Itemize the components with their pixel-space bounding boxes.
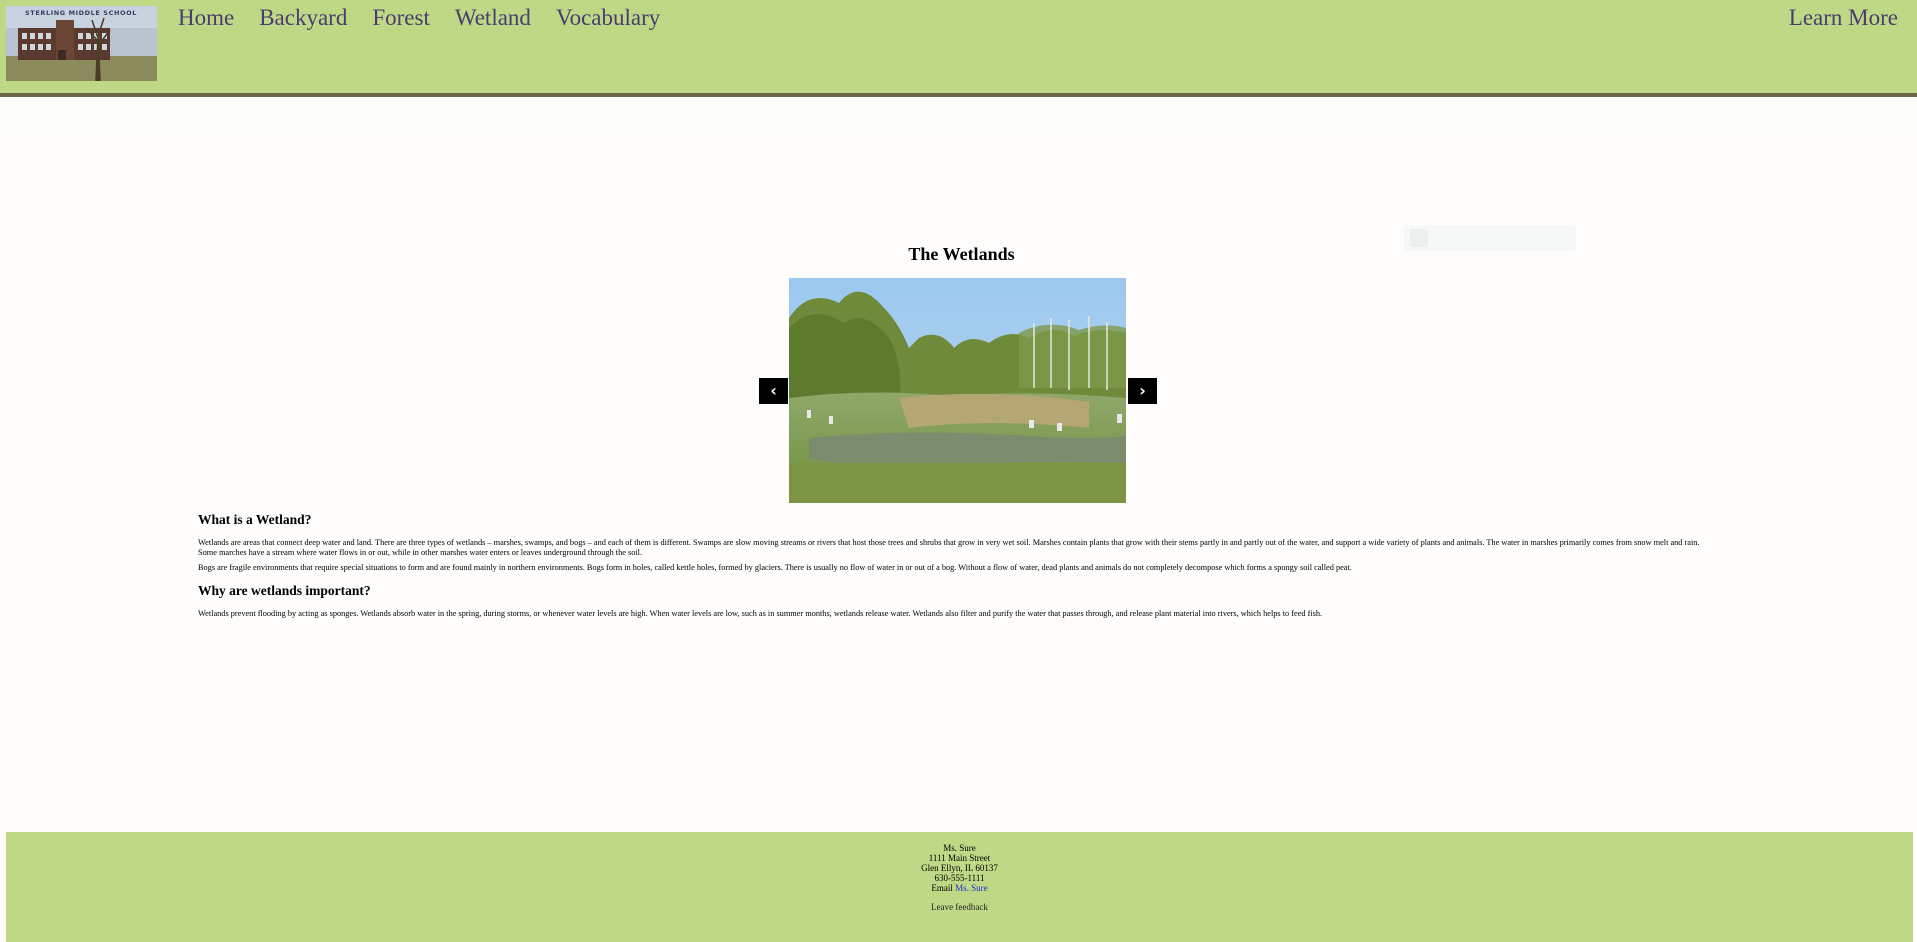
- school-logo[interactable]: STERLING MIDDLE SCHOOL: [6, 6, 157, 81]
- paragraph-wetland-types: Wetlands are areas that connect deep wat…: [198, 538, 1700, 557]
- footer-email-link[interactable]: Ms. Sure: [955, 883, 988, 893]
- footer-email: Email Ms. Sure: [6, 883, 1913, 893]
- nav-learn-more[interactable]: Learn More: [1789, 5, 1898, 31]
- leave-feedback-link[interactable]: Leave feedback: [931, 902, 988, 912]
- footer-address-street: 1111 Main Street: [928, 853, 991, 863]
- site-footer: Ms. Sure 1111 Main Street Glen Ellyn, IL…: [6, 832, 1913, 942]
- paragraph-bogs: Bogs are fragile environments that requi…: [198, 563, 1352, 572]
- paragraph-importance: Wetlands prevent flooding by acting as s…: [198, 609, 1323, 618]
- footer-address-city: Glen Ellyn, IL 60137: [921, 863, 998, 873]
- main-nav: Home Backyard Forest Wetland Vocabulary: [178, 5, 685, 31]
- nav-home[interactable]: Home: [178, 5, 234, 31]
- nav-wetland[interactable]: Wetland: [455, 5, 531, 31]
- heading-why-important: Why are wetlands important?: [198, 583, 371, 598]
- heading-what-is-wetland: What is a Wetland?: [198, 512, 312, 527]
- footer-email-prefix: Email: [931, 883, 956, 893]
- carousel-next-button[interactable]: ›: [1128, 378, 1157, 404]
- footer-name: Ms. Sure: [943, 843, 976, 853]
- nav-vocabulary[interactable]: Vocabulary: [556, 5, 660, 31]
- chevron-left-icon: ‹: [770, 381, 777, 400]
- chevron-right-icon: ›: [1139, 381, 1146, 400]
- carousel-image: [789, 278, 1126, 503]
- carousel-prev-button[interactable]: ‹: [759, 378, 788, 404]
- sub-header-band: [0, 97, 1917, 131]
- nav-backyard[interactable]: Backyard: [259, 5, 347, 31]
- logo-text: STERLING MIDDLE SCHOOL: [25, 9, 137, 17]
- nav-forest[interactable]: Forest: [372, 5, 430, 31]
- page-title: The Wetlands: [908, 244, 1015, 264]
- footer-phone: 630-555-1111: [934, 873, 985, 883]
- article-content: What is a Wetland? Wetlands are areas th…: [198, 512, 1718, 624]
- site-header: STERLING MIDDLE SCHOOL Home Backyard For…: [0, 0, 1917, 97]
